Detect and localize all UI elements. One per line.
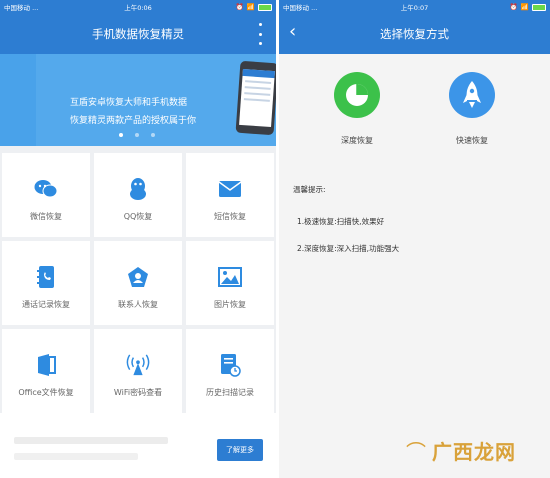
clock: 上午0:06 [124, 4, 152, 12]
banner-decoration [0, 54, 36, 146]
right-phone-screen: 中国移动 ... 上午0:07 ⏰ 📶 ‹ 选择恢复方式 深度恢复 快速恢复 温… [279, 0, 550, 478]
grid-item-call-log[interactable]: 通话记录恢复 [2, 241, 90, 325]
status-bar: 中国移动 ... 上午0:07 ⏰ 📶 [279, 0, 550, 14]
image-icon [218, 265, 242, 289]
back-arrow-icon[interactable]: ‹ [289, 22, 296, 42]
grid-item-label: QQ恢复 [123, 212, 153, 221]
app-header: ‹ 选择恢复方式 [279, 14, 550, 54]
grid-item-label: 微信恢复 [30, 212, 62, 221]
page-title: 手机数据恢复精灵 [92, 27, 184, 41]
grid-item-contacts[interactable]: 联系人恢复 [94, 241, 182, 325]
pagination-dot[interactable] [135, 133, 139, 137]
pie-chart-icon [334, 72, 380, 118]
alarm-icon: ⏰ [235, 3, 244, 11]
rocket-icon [449, 72, 495, 118]
office-icon [34, 353, 58, 377]
status-bar: 中国移动 ... 上午0:06 ⏰ 📶 [0, 0, 276, 14]
wifi-icon [126, 353, 150, 377]
learn-more-button[interactable]: 了解更多 [217, 439, 263, 461]
tip-item: 2.深度恢复:深入扫描,功能强大 [297, 244, 400, 253]
tips-section: 温馨提示: 1.极速恢复:扫描快,效果好 2.深度恢复:深入扫描,功能强大 [293, 184, 399, 270]
call-log-icon [34, 265, 58, 289]
quick-recovery-option[interactable]: 快速恢复 [427, 72, 517, 146]
page-title: 选择恢复方式 [380, 27, 449, 41]
grid-item-office[interactable]: Office文件恢复 [2, 329, 90, 413]
wifi-status-icon: 📶 [520, 3, 529, 11]
grid-item-images[interactable]: 图片恢复 [186, 241, 274, 325]
deep-recovery-option[interactable]: 深度恢复 [312, 72, 402, 146]
feature-grid: 微信恢复 QQ恢复 短信恢复 通话记录恢复 联系人恢复 图片恢复 Office文… [0, 153, 276, 413]
battery-icon [258, 3, 272, 11]
status-icons: ⏰ 📶 [510, 3, 546, 11]
mode-label: 快速恢复 [456, 136, 488, 145]
contact-icon [126, 265, 150, 289]
grid-item-label: 通话记录恢复 [22, 300, 70, 309]
grid-item-wifi[interactable]: WiFi密码查看 [94, 329, 182, 413]
recovery-modes: 深度恢复 快速恢复 [279, 72, 550, 152]
banner-line-1: 互盾安卓恢复大师和手机数据 [70, 98, 188, 108]
grid-item-sms[interactable]: 短信恢复 [186, 153, 274, 237]
grid-item-label: 联系人恢复 [118, 300, 158, 309]
grid-item-label: 历史扫描记录 [206, 388, 254, 397]
more-menu-icon[interactable] [254, 20, 266, 48]
grid-item-wechat[interactable]: 微信恢复 [2, 153, 90, 237]
grid-item-history[interactable]: 历史扫描记录 [186, 329, 274, 413]
qq-icon [126, 177, 150, 201]
battery-icon [532, 3, 546, 11]
tip-item: 1.极速恢复:扫描快,效果好 [297, 217, 385, 226]
mode-label: 深度恢复 [341, 136, 373, 145]
status-icons: ⏰ 📶 [236, 3, 272, 11]
grid-item-label: 图片恢复 [214, 300, 246, 309]
banner-line-2: 恢复精灵两款产品的授权属于你 [70, 116, 197, 126]
message-icon [218, 177, 242, 201]
grid-item-label: WiFi密码查看 [113, 388, 163, 397]
wifi-status-icon: 📶 [246, 3, 255, 11]
grid-item-qq[interactable]: QQ恢复 [94, 153, 182, 237]
history-icon [218, 353, 242, 377]
app-header: 手机数据恢复精灵 [0, 14, 276, 54]
phone-illustration [235, 60, 276, 136]
placeholder-line [14, 437, 168, 444]
tips-title: 温馨提示: [293, 185, 326, 194]
banner-pagination [119, 133, 155, 137]
placeholder-line [14, 453, 138, 460]
grid-item-label: 短信恢复 [214, 212, 246, 221]
watermark-text: 广西龙网 [432, 440, 516, 464]
grid-item-label: Office文件恢复 [18, 388, 74, 397]
alarm-icon: ⏰ [509, 3, 518, 11]
promo-banner[interactable]: 互盾安卓恢复大师和手机数据 恢复精灵两款产品的授权属于你 [0, 54, 276, 146]
left-phone-screen: 中国移动 ... 上午0:06 ⏰ 📶 手机数据恢复精灵 互盾安卓恢复大师和手机… [0, 0, 276, 478]
wechat-icon [34, 177, 58, 201]
pagination-dot[interactable] [119, 133, 123, 137]
info-card: 了解更多 [0, 413, 276, 478]
pagination-dot[interactable] [151, 133, 155, 137]
watermark-logo: ⌒ [406, 440, 426, 464]
